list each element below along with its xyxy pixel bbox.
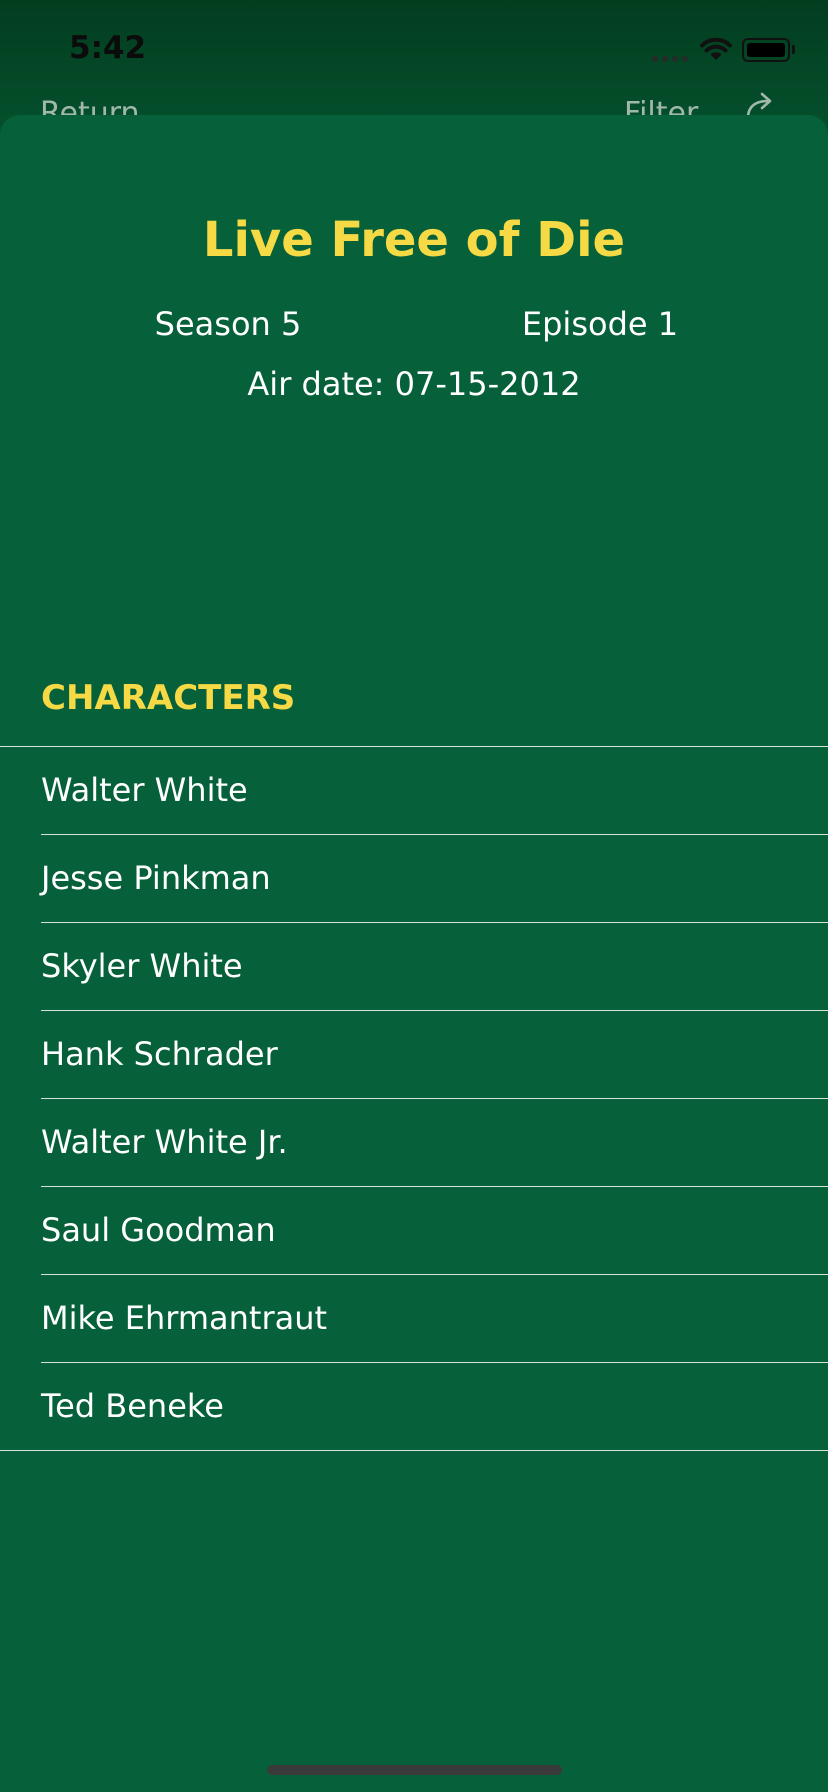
wifi-icon xyxy=(700,37,732,60)
status-time: 5:42 xyxy=(69,30,147,66)
character-name: Walter White Jr. xyxy=(41,1123,288,1161)
character-name: Mike Ehrmantraut xyxy=(41,1299,328,1337)
air-date-label: Air date: 07-15-2012 xyxy=(247,365,581,403)
character-name: Ted Beneke xyxy=(41,1387,224,1425)
character-row[interactable]: Ted Beneke xyxy=(0,1363,828,1451)
character-row[interactable]: Hank Schrader xyxy=(0,1011,828,1099)
character-name: Saul Goodman xyxy=(41,1211,276,1249)
home-indicator[interactable] xyxy=(267,1765,562,1775)
characters-section-header: CHARACTERS xyxy=(41,678,296,718)
character-row[interactable]: Walter White Jr. xyxy=(0,1099,828,1187)
character-name: Walter White xyxy=(41,771,248,809)
character-row[interactable]: Jesse Pinkman xyxy=(0,835,828,923)
characters-list: Walter White Jesse Pinkman Skyler White … xyxy=(0,746,828,1451)
screen: 5:42 Return Filter Live Free of Die Seas… xyxy=(0,0,828,1792)
character-row[interactable]: Saul Goodman xyxy=(0,1187,828,1275)
character-name: Jesse Pinkman xyxy=(41,859,271,897)
character-row[interactable]: Walter White xyxy=(0,747,828,835)
episode-number-label: Episode 1 xyxy=(521,305,679,343)
character-row[interactable]: Mike Ehrmantraut xyxy=(0,1275,828,1363)
character-name: Hank Schrader xyxy=(41,1035,278,1073)
battery-nub xyxy=(792,45,795,54)
season-label: Season 5 xyxy=(154,305,302,343)
character-name: Skyler White xyxy=(41,947,243,985)
character-row[interactable]: Skyler White xyxy=(0,923,828,1011)
row-divider xyxy=(0,1450,828,1451)
episode-title: Live Free of Die xyxy=(202,212,626,268)
battery-icon xyxy=(742,38,790,62)
cellular-signal-icon xyxy=(652,54,692,62)
